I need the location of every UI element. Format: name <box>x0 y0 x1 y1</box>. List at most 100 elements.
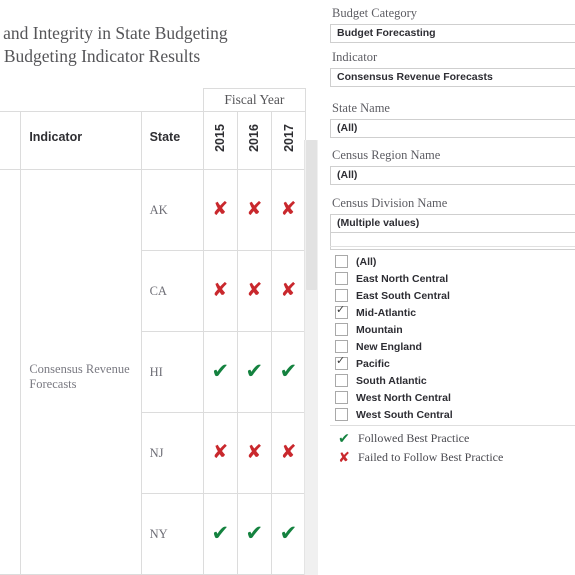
cross-icon: ✘ <box>246 279 263 301</box>
matrix-body: gConsensus Revenue ForecastsAK ✘ ✘ ✘ CA ✘ ✘ ✘ HI… <box>0 169 307 575</box>
indicator-matrix-table: Fiscal Year ry Indicator State 2015 2016 <box>0 88 307 575</box>
table-row: gConsensus Revenue ForecastsAK ✘ ✘ ✘ <box>0 169 307 575</box>
checkbox-label: (All) <box>356 255 377 268</box>
cell-mark-2015[interactable]: ✘ <box>202 250 238 332</box>
cross-icon: ✘ <box>212 198 229 220</box>
checkbox-item[interactable]: South Atlantic <box>330 372 575 389</box>
checkbox-label: South Atlantic <box>356 374 427 387</box>
checkbox-label: West South Central <box>356 408 453 421</box>
filter-value-census-region-name[interactable]: (All) <box>330 166 575 185</box>
filter-value-state-name[interactable]: (All) <box>330 119 575 138</box>
indicator-matrix-wrapper: Fiscal Year ry Indicator State 2015 2016 <box>0 88 307 575</box>
spacer-cell-state <box>141 88 204 112</box>
checkbox-item[interactable]: Mid-Atlantic <box>330 303 575 321</box>
cross-icon: ✘ <box>280 279 297 301</box>
spacer-cell-indicator <box>20 88 142 112</box>
check-icon: ✔ <box>211 521 230 545</box>
cell-mark-2017[interactable]: ✘ <box>270 250 307 332</box>
viz-scrollbar-thumb[interactable] <box>306 140 317 290</box>
checkbox-label: Mountain <box>356 323 403 336</box>
checkbox-unchecked-icon[interactable] <box>335 340 348 353</box>
filter-value-budget-category[interactable]: Budget Forecasting <box>330 24 575 43</box>
viz-vertical-scrollbar[interactable] <box>304 140 318 575</box>
check-icon: ✔ <box>211 359 230 383</box>
checkbox-unchecked-icon[interactable] <box>335 391 348 404</box>
checkbox-unchecked-icon[interactable] <box>335 255 348 268</box>
filter-label-budget-category: Budget Category <box>332 6 418 20</box>
cell-mark-2016[interactable]: ✔ <box>236 331 272 413</box>
cross-icon: ✘ <box>338 449 350 466</box>
cell-state: NY <box>140 493 204 575</box>
matrix-group-header-row: Fiscal Year <box>0 88 307 112</box>
checkbox-unchecked-icon[interactable] <box>335 272 348 285</box>
checkbox-unchecked-icon[interactable] <box>335 374 348 387</box>
year-label-2016: 2016 <box>247 124 262 152</box>
cross-icon: ✘ <box>246 198 263 220</box>
matrix-header-row: ry Indicator State 2015 2016 2017 <box>0 111 307 170</box>
viz-title-line-2: Budgeting Indicator Results <box>3 46 201 66</box>
checkbox-item[interactable]: Pacific <box>330 354 575 372</box>
cell-mark-2015[interactable]: ✘ <box>202 412 238 494</box>
checkbox-label: Pacific <box>356 357 390 370</box>
filter-state-name: State Name (All) <box>330 101 575 138</box>
cell-mark-2016[interactable]: ✘ <box>236 250 272 332</box>
column-header-year-2015[interactable]: 2015 <box>202 111 238 170</box>
checkbox-item[interactable]: East North Central <box>330 270 575 287</box>
legend-item-failed: ✘ Failed to Follow Best Practice <box>330 448 575 467</box>
checkbox-item[interactable]: Mountain <box>330 321 575 338</box>
spacer-cell-category <box>0 88 21 112</box>
checkbox-label: Mid-Atlantic <box>356 306 417 319</box>
column-header-indicator[interactable]: Indicator <box>20 111 142 170</box>
legend: ✔ Followed Best Practice ✘ Failed to Fol… <box>330 425 575 467</box>
checkbox-item[interactable]: (All) <box>330 253 575 270</box>
checkbox-item[interactable]: West South Central <box>330 406 575 423</box>
year-label-2017: 2017 <box>281 124 296 152</box>
viz-title: uth and Integrity in State Budgeting Bud… <box>0 22 320 68</box>
checkbox-label: East North Central <box>356 272 449 285</box>
cell-mark-2017[interactable]: ✔ <box>270 331 307 413</box>
filter-value-indicator[interactable]: Consensus Revenue Forecasts <box>330 68 575 87</box>
checkbox-unchecked-icon[interactable] <box>335 289 348 302</box>
column-header-year-2017[interactable]: 2017 <box>270 111 307 170</box>
check-icon: ✔ <box>245 359 264 383</box>
checkbox-checked-icon[interactable] <box>335 354 348 370</box>
filter-label-census-region-name: Census Region Name <box>332 148 441 162</box>
cross-icon: ✘ <box>280 198 297 220</box>
checkbox-checked-icon[interactable] <box>335 303 348 319</box>
cross-icon: ✘ <box>246 441 263 463</box>
column-header-state[interactable]: State <box>140 111 204 170</box>
cell-mark-2015[interactable]: ✔ <box>202 493 238 575</box>
legend-label-failed: Failed to Follow Best Practice <box>358 450 504 464</box>
checkbox-item[interactable]: New England <box>330 338 575 355</box>
checkbox-item[interactable]: West North Central <box>330 389 575 406</box>
filter-census-region-name: Census Region Name (All) <box>330 148 575 185</box>
cell-mark-2016[interactable]: ✘ <box>236 412 272 494</box>
cell-mark-2016[interactable]: ✔ <box>236 493 272 575</box>
checkbox-label: New England <box>356 340 422 353</box>
cell-mark-2016[interactable]: ✘ <box>236 169 272 251</box>
legend-item-followed: ✔ Followed Best Practice <box>330 429 575 448</box>
filter-budget-category: Budget Category Budget Forecasting <box>330 6 575 43</box>
filter-indicator: Indicator Consensus Revenue Forecasts <box>330 50 575 87</box>
year-label-2015: 2015 <box>213 124 228 152</box>
filter-value-census-division-name[interactable]: (Multiple values) <box>330 214 575 233</box>
column-header-category[interactable]: ry <box>0 111 22 170</box>
census-division-checkbox-list: (All) East North Central East South Centra… <box>330 246 575 423</box>
viz-title-line-1: uth and Integrity in State Budgeting <box>0 23 228 43</box>
checkbox-unchecked-icon[interactable] <box>335 408 348 421</box>
cell-mark-2017[interactable]: ✘ <box>270 169 307 251</box>
check-icon: ✔ <box>245 521 264 545</box>
fiscal-year-group-header: Fiscal Year <box>202 88 307 112</box>
checkbox-unchecked-icon[interactable] <box>335 323 348 336</box>
cell-state: NJ <box>140 412 204 494</box>
checkbox-item[interactable]: East South Central <box>330 287 575 304</box>
cross-icon: ✘ <box>212 441 229 463</box>
cell-budget-category: g <box>0 169 22 575</box>
cell-mark-2017[interactable]: ✔ <box>270 493 307 575</box>
cell-indicator: Consensus Revenue Forecasts <box>20 169 142 575</box>
cell-mark-2015[interactable]: ✘ <box>202 169 238 251</box>
cell-mark-2017[interactable]: ✘ <box>270 412 307 494</box>
cell-mark-2015[interactable]: ✔ <box>202 331 238 413</box>
filter-pane: Budget Category Budget Forecasting Indic… <box>330 0 575 575</box>
column-header-year-2016[interactable]: 2016 <box>236 111 272 170</box>
